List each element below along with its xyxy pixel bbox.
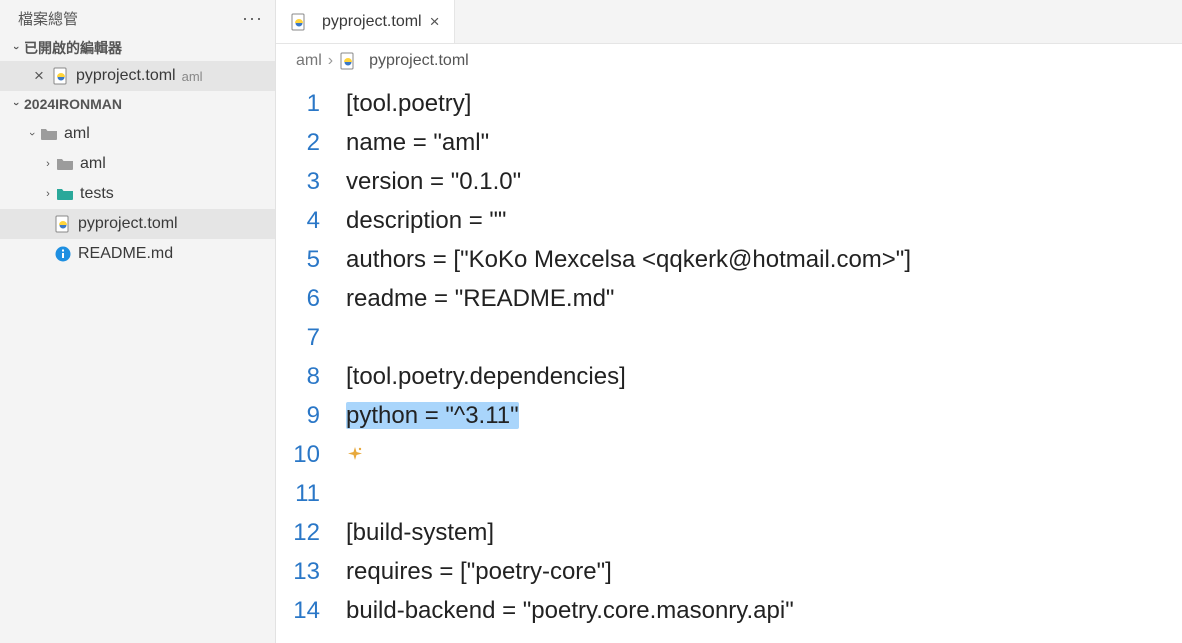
info-file-icon [54,245,72,263]
folder-label: aml [80,155,106,173]
code-text: python = "^3.11" [346,396,519,435]
code-text: description = "" [346,201,506,240]
line-number: 11 [276,474,346,513]
chevron-down-icon: › [10,96,22,112]
code-text: [tool.poetry.dependencies] [346,357,626,396]
line-number: 4 [276,201,346,240]
code-text: authors = ["KoKo Mexcelsa <qqkerk@hotmai… [346,240,911,279]
line-number: 5 [276,240,346,279]
tree-folder-aml-sub[interactable]: › aml [0,149,275,179]
folder-label: aml [64,125,90,143]
code-line[interactable]: 9python = "^3.11" [276,396,1182,435]
code-text [346,435,364,474]
editor-main: pyproject.toml × aml › pyproject.toml 1[… [276,0,1182,643]
breadcrumb-file[interactable]: pyproject.toml [339,52,469,70]
line-number: 2 [276,123,346,162]
line-number: 13 [276,552,346,591]
code-text: name = "aml" [346,123,489,162]
toml-file-icon [290,13,308,31]
code-text: requires = ["poetry-core"] [346,552,612,591]
tab-label: pyproject.toml [322,13,422,31]
line-number: 7 [276,318,346,357]
tab-bar: pyproject.toml × [276,0,1182,44]
toml-file-icon [52,67,70,85]
file-label: pyproject.toml [78,215,178,233]
code-text: readme = "README.md" [346,279,614,318]
chevron-right-icon: › [40,188,56,200]
chevron-down-icon: › [10,40,22,56]
tree-folder-tests[interactable]: › tests [0,179,275,209]
folder-icon [56,157,74,171]
code-line[interactable]: 12[build-system] [276,513,1182,552]
code-line[interactable]: 6readme = "README.md" [276,279,1182,318]
code-line[interactable]: 14build-backend = "poetry.core.masonry.a… [276,591,1182,630]
breadcrumb-separator: › [328,52,333,70]
folder-open-icon [40,127,58,141]
code-line[interactable]: 7 [276,318,1182,357]
tab-pyproject[interactable]: pyproject.toml × [276,0,455,43]
tree-file-pyproject[interactable]: pyproject.toml [0,209,275,239]
folder-label: tests [80,185,114,203]
line-number: 10 [276,435,346,474]
code-text: [build-system] [346,513,494,552]
code-line[interactable]: 5authors = ["KoKo Mexcelsa <qqkerk@hotma… [276,240,1182,279]
breadcrumb-file-label: pyproject.toml [369,52,469,70]
line-number: 6 [276,279,346,318]
line-number: 12 [276,513,346,552]
code-line[interactable]: 10 [276,435,1182,474]
breadcrumb[interactable]: aml › pyproject.toml [276,44,1182,78]
line-number: 8 [276,357,346,396]
close-icon[interactable]: × [430,12,440,32]
explorer-title: 檔案總管 [18,8,78,29]
file-label: README.md [78,245,173,263]
code-line[interactable]: 3version = "0.1.0" [276,162,1182,201]
project-section[interactable]: › 2024IRONMAN [0,91,275,117]
code-line[interactable]: 1[tool.poetry] [276,84,1182,123]
line-number: 3 [276,162,346,201]
close-icon[interactable]: × [28,66,50,86]
code-editor[interactable]: 1[tool.poetry]2name = "aml"3version = "0… [276,78,1182,643]
code-line[interactable]: 11 [276,474,1182,513]
line-number: 9 [276,396,346,435]
code-line[interactable]: 2name = "aml" [276,123,1182,162]
toml-file-icon [54,215,72,233]
project-name: 2024IRONMAN [24,96,122,112]
open-editor-filename: pyproject.toml [76,67,176,85]
breadcrumb-parent[interactable]: aml [296,52,322,70]
open-editor-folder: aml [182,69,203,84]
sidebar: 檔案總管 ··· › 已開啟的編輯器 × pyproject.toml aml … [0,0,276,643]
open-editors-label: 已開啟的編輯器 [24,38,122,58]
chevron-down-icon: › [26,126,38,142]
open-editors-section[interactable]: › 已開啟的編輯器 [0,35,275,61]
line-number: 14 [276,591,346,630]
code-text: [tool.poetry] [346,84,471,123]
tree-file-readme[interactable]: README.md [0,239,275,269]
code-text: version = "0.1.0" [346,162,521,201]
file-tree: › aml › aml › tests pyproject.toml [0,117,275,271]
line-number: 1 [276,84,346,123]
folder-icon [56,187,74,201]
more-actions-icon[interactable]: ··· [242,8,263,29]
code-line[interactable]: 4description = "" [276,201,1182,240]
chevron-right-icon: › [40,158,56,170]
open-editor-item[interactable]: × pyproject.toml aml [0,61,275,91]
toml-file-icon [339,52,357,70]
tree-folder-aml[interactable]: › aml [0,119,275,149]
code-line[interactable]: 13requires = ["poetry-core"] [276,552,1182,591]
sparkle-icon[interactable] [346,435,364,474]
code-line[interactable]: 8[tool.poetry.dependencies] [276,357,1182,396]
code-text: build-backend = "poetry.core.masonry.api… [346,591,794,630]
